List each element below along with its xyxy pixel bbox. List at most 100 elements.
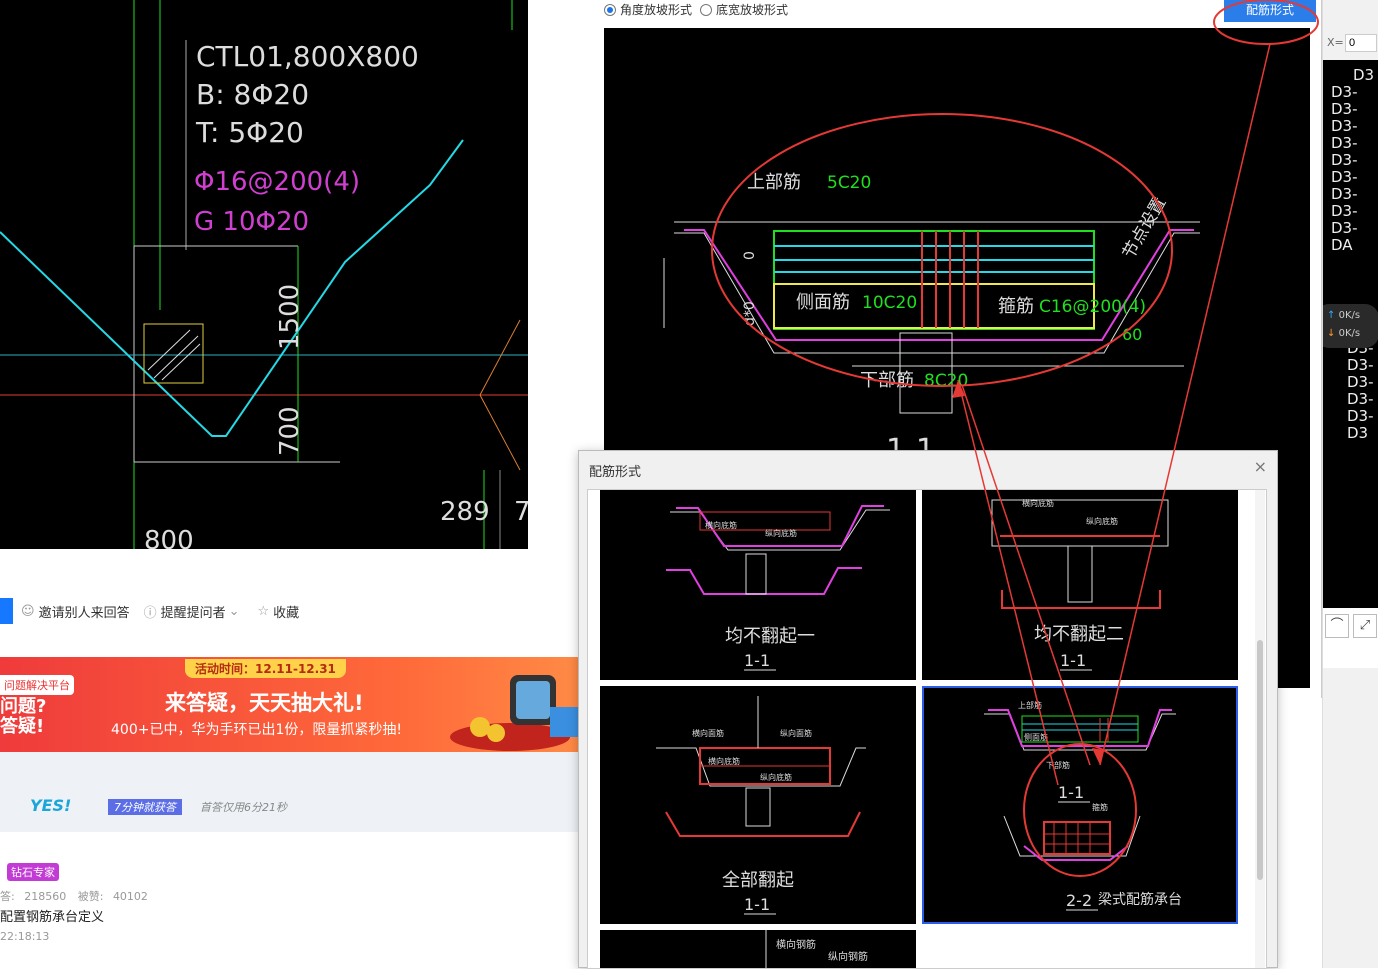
stat-answers-label: 答: — [0, 890, 15, 903]
layer-row[interactable]: D3- — [1331, 100, 1358, 118]
network-speed-widget: ↑ 0K/s ↓ 0K/s — [1323, 304, 1378, 348]
banner-subtitle: 400+已中，华为手环已出1份，限量抓紧秒抽! — [111, 722, 402, 738]
expand-icon[interactable]: ⤢ — [1353, 614, 1377, 638]
radio-bottom-label: 底宽放坡形式 — [716, 3, 789, 17]
label-stirrup: Φ16@200(4) — [194, 167, 360, 197]
rebar-form-options: 横向底筋 纵向底筋 均不翻起一 1-1 横向底筋 纵向底筋 均不翻起二 1-1 — [587, 489, 1267, 969]
option-none-raised-2[interactable]: 横向底筋 纵向底筋 均不翻起二 1-1 — [922, 490, 1238, 680]
layer-row[interactable]: D3- — [1331, 168, 1358, 186]
opt2-hxdj: 横向底筋 — [1022, 498, 1054, 508]
opt1-label: 均不翻起一 — [725, 626, 815, 647]
banner-left-line2: 答疑! — [0, 716, 45, 737]
label-ctl: CTL01,800X800 — [196, 40, 419, 73]
rebar-form-dialog: 配筋形式 × 横向底筋 纵向底筋 均不翻起一 1-1 横向底筋 纵向底筋 均不翻… — [578, 450, 1278, 969]
dialog-scrollbar[interactable] — [1255, 490, 1265, 968]
preview-bottom-rebar-value: 8C20 — [924, 371, 968, 391]
stat-likes-label: 被赞: — [77, 890, 104, 903]
answer-card: 钻石专家 答: 218560 被赞: 40102 配置钢筋承台定义 22:18:… — [0, 832, 578, 968]
right-panel: X= D3D3-D3-D3-D3-D3-D3-D3-D3-D3-DAD3-D3-… — [1322, 0, 1378, 968]
info-icon: ⓘ — [143, 605, 157, 621]
opt3-hxmj: 横向面筋 — [692, 728, 724, 738]
net-up: 0K/s — [1338, 310, 1361, 321]
dim-800: 800 — [144, 526, 194, 549]
layer-row[interactable]: D3- — [1331, 219, 1358, 237]
answer-time: 22:18:13 — [0, 930, 50, 943]
dim-700: 700 — [275, 406, 305, 456]
layer-row[interactable]: D3- — [1331, 117, 1358, 135]
answer-button-edge[interactable] — [0, 598, 13, 624]
layer-row[interactable]: D3- — [1331, 134, 1358, 152]
opt1-hxdj: 横向底筋 — [705, 520, 737, 530]
opt5-hxgj: 横向钢筋 — [776, 938, 816, 951]
first-answer-time: 首答仅用6分21秒 — [200, 801, 287, 814]
radio-angle[interactable] — [604, 3, 616, 16]
banner-time: 活动时间：12.11-12.31 — [185, 659, 346, 678]
banner-left-big: 问题? 答疑! — [0, 697, 46, 737]
layer-row[interactable]: D3- — [1331, 151, 1358, 169]
close-icon[interactable]: × — [1254, 457, 1267, 476]
option-all-raised-drawing: 横向面筋 纵向面筋 横向底筋 纵向底筋 全部翻起 1-1 — [656, 696, 866, 915]
quick-answer-strip: YES! 7分钟就获答 首答仅用6分21秒 — [0, 752, 578, 832]
opt4-section1: 1-1 — [1058, 783, 1084, 802]
preview-dim-0: 0 — [742, 251, 758, 260]
right-tools: ⌒ ⤢ — [1323, 608, 1378, 668]
invite-label: 邀请别人来回答 — [38, 605, 130, 621]
option-all-raised[interactable]: 横向面筋 纵向面筋 横向底筋 纵向底筋 全部翻起 1-1 — [600, 686, 916, 924]
snap-tool-icon[interactable]: ⌒ — [1325, 614, 1349, 638]
layer-row[interactable]: D3- — [1331, 202, 1358, 220]
remind-button[interactable]: ⓘ 提醒提问者 ⌄ — [144, 602, 244, 621]
preview-angle: 60 — [1122, 325, 1142, 344]
preview-top-rebar-label: 上部筋 — [747, 172, 801, 193]
cad-drawing-left: CTL01,800X800 B: 8Φ20 T: 5Φ20 Φ16@200(4)… — [0, 0, 528, 549]
rebar-form-button[interactable]: 配筋形式 — [1224, 0, 1316, 22]
opt2-section: 1-1 — [1060, 651, 1086, 670]
banner-gift-illustration — [450, 675, 578, 751]
opt5-zxgj: 纵向钢筋 — [828, 950, 868, 963]
x-coord-input[interactable] — [1345, 34, 1377, 52]
dialog-scroll-thumb[interactable] — [1257, 640, 1263, 880]
layer-row[interactable]: D3- — [1347, 390, 1374, 408]
dialog-title: 配筋形式 — [589, 465, 642, 480]
opt1-zxdj: 纵向底筋 — [765, 528, 797, 538]
option-partial-next[interactable]: 横向钢筋 纵向钢筋 — [600, 930, 916, 968]
opt2-zxdj: 纵向底筋 — [1086, 516, 1118, 526]
cad-canvas-left: CTL01,800X800 B: 8Φ20 T: 5Φ20 Φ16@200(4)… — [0, 0, 528, 549]
layer-row[interactable]: D3- — [1347, 373, 1374, 391]
preview-stirrup-label: 箍筋 — [998, 296, 1034, 317]
option-beam-type-cap[interactable]: 上部筋 侧面筋 下部筋 箍筋 1-1 2-2 梁式配筋承台 — [922, 686, 1238, 924]
layer-row[interactable]: D3 — [1353, 66, 1374, 84]
layer-row[interactable]: D3 — [1347, 424, 1368, 442]
opt4-sbj: 上部筋 — [1018, 700, 1042, 710]
dim-289: 289 — [440, 497, 490, 527]
expert-badge: 钻石专家 — [7, 863, 59, 881]
label-bottom-rebar: B: 8Φ20 — [196, 78, 309, 111]
opt3-label: 全部翻起 — [722, 870, 794, 891]
slope-mode-radios: 角度放坡形式 底宽放坡形式 — [604, 1, 788, 18]
favorite-button[interactable]: ☆ 收藏 — [258, 602, 300, 621]
option-none-raised-1-drawing: 横向底筋 纵向底筋 均不翻起一 1-1 — [666, 505, 890, 671]
preview-bottom-rebar-label: 下部筋 — [860, 370, 914, 391]
layer-row[interactable]: D3- — [1347, 356, 1374, 374]
banner-title: 来答疑，天天抽大礼! — [165, 691, 364, 715]
promo-banner[interactable]: 问题解决平台 问题? 答疑! 活动时间：12.11-12.31 来答疑，天天抽大… — [0, 657, 578, 752]
chevron-down-icon: ⌄ — [228, 603, 240, 619]
opt4-section2: 2-2 — [1066, 891, 1092, 910]
radio-angle-label: 角度放坡形式 — [620, 3, 693, 17]
layer-row[interactable]: D3- — [1331, 185, 1358, 203]
invite-button[interactable]: ☺ 邀请别人来回答 — [21, 602, 130, 621]
opt1-section: 1-1 — [744, 651, 770, 670]
layer-row[interactable]: DA — [1331, 236, 1353, 254]
layer-row[interactable]: D3- — [1347, 407, 1374, 425]
option-none-raised-1[interactable]: 横向底筋 纵向底筋 均不翻起一 1-1 — [600, 490, 916, 680]
option-beam-type-cap-drawing: 上部筋 侧面筋 下部筋 箍筋 1-1 2-2 梁式配筋承台 — [984, 700, 1182, 911]
dim-1500: 1500 — [275, 284, 305, 350]
preview-top-rebar-value: 5C20 — [827, 173, 871, 193]
radio-bottom-width[interactable] — [700, 3, 713, 16]
opt4-xbj: 下部筋 — [1046, 760, 1070, 770]
layer-row[interactable]: D3- — [1331, 83, 1358, 101]
option-none-raised-2-drawing: 横向底筋 纵向底筋 均不翻起二 1-1 — [991, 498, 1169, 671]
x-coord-label: X= — [1327, 36, 1344, 49]
opt3-section: 1-1 — [744, 895, 770, 914]
preview-side-rebar-value: 10C20 — [862, 293, 917, 313]
banner-left-tag: 问题解决平台 — [0, 675, 74, 695]
